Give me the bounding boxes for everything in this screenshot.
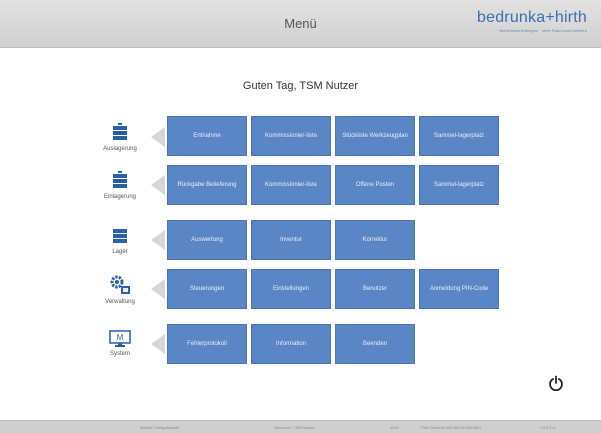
tile-sammellagerplatz[interactable]: Sammel-lagerplatz: [419, 116, 499, 156]
tile-kommissionierliste[interactable]: Kommissionier-liste: [251, 165, 331, 205]
section-arrow: [151, 230, 165, 250]
gears-icon: [110, 275, 130, 294]
section-label: Einlagerung: [103, 194, 137, 200]
logo-tagline: Betriebseinrichtungen · mehr Raum zum Ar…: [499, 28, 587, 33]
status-terminal: TSM Terminal N4CSM 6C4949807: [420, 425, 482, 430]
tile-kommissionierliste[interactable]: Kommissionier-liste: [251, 116, 331, 156]
header-bar: Menü bedrunka+hirth Betriebseinrichtunge…: [0, 0, 601, 48]
status-model: Modell: Fahrgutspezifi: [140, 425, 180, 430]
tile-benutzer[interactable]: Benutzer: [335, 269, 415, 309]
stack-icon: [113, 229, 127, 243]
status-code: 0003: [390, 425, 399, 430]
section-arrow: [151, 279, 165, 299]
tile-information[interactable]: Information: [251, 324, 331, 364]
section-label: Auslagerung: [103, 146, 137, 152]
status-version: V3.0.2.0: [540, 425, 555, 430]
logo-text: bedrunka+hirth: [477, 9, 587, 26]
section-arrow: [151, 175, 165, 195]
tile-beenden[interactable]: Beenden: [335, 324, 415, 364]
section-auslagerung: Auslagerung: [85, 123, 155, 152]
tile-stueckliste[interactable]: Stückliste Werkzeugplan: [335, 116, 415, 156]
power-icon[interactable]: [548, 375, 564, 391]
tile-rueckgabe[interactable]: Rückgabe Belieferung: [167, 165, 247, 205]
monitor-icon-letter: M: [117, 333, 124, 342]
tile-steuerungen[interactable]: Steuerungen: [167, 269, 247, 309]
brand-logo: bedrunka+hirth Betriebseinrichtungen · m…: [477, 9, 587, 33]
tile-sammellagerplatz[interactable]: Sammel-lagerplatz: [419, 165, 499, 205]
tile-entnahme[interactable]: Entnahme: [167, 116, 247, 156]
stack-icon: [113, 123, 127, 140]
status-bar: Modell: Fahrgutspezifi Benutzer: TSM Nut…: [0, 420, 601, 433]
section-arrow: [151, 127, 165, 147]
section-label: Verwaltung: [105, 299, 135, 305]
status-user: Benutzer: TSM Nutzer: [275, 425, 315, 430]
greeting-text: Guten Tag, TSM Nutzer: [242, 80, 359, 92]
tile-offene-posten[interactable]: Offene Posten: [335, 165, 415, 205]
tile-fehlerprotokoll[interactable]: Fehlerprotokoll: [167, 324, 247, 364]
section-arrow: [151, 334, 165, 354]
section-einlagerung: Einlagerung: [85, 171, 155, 200]
tile-inventur[interactable]: Inventur: [251, 220, 331, 260]
section-label: Lager: [112, 249, 128, 255]
stack-icon: [113, 171, 127, 188]
section-label: System: [109, 351, 130, 357]
section-verwaltung: Verwaltung: [85, 274, 155, 305]
tile-auswertung[interactable]: Auswertung: [167, 220, 247, 260]
tile-anmeldung-pin[interactable]: Anmeldung PIN-Code: [419, 269, 499, 309]
section-lager: Lager: [85, 228, 155, 255]
tile-einstellungen[interactable]: Einstellungen: [251, 269, 331, 309]
tile-korrektur[interactable]: Korrektur: [335, 220, 415, 260]
section-system: M System: [85, 330, 155, 357]
monitor-icon: M: [109, 330, 131, 347]
